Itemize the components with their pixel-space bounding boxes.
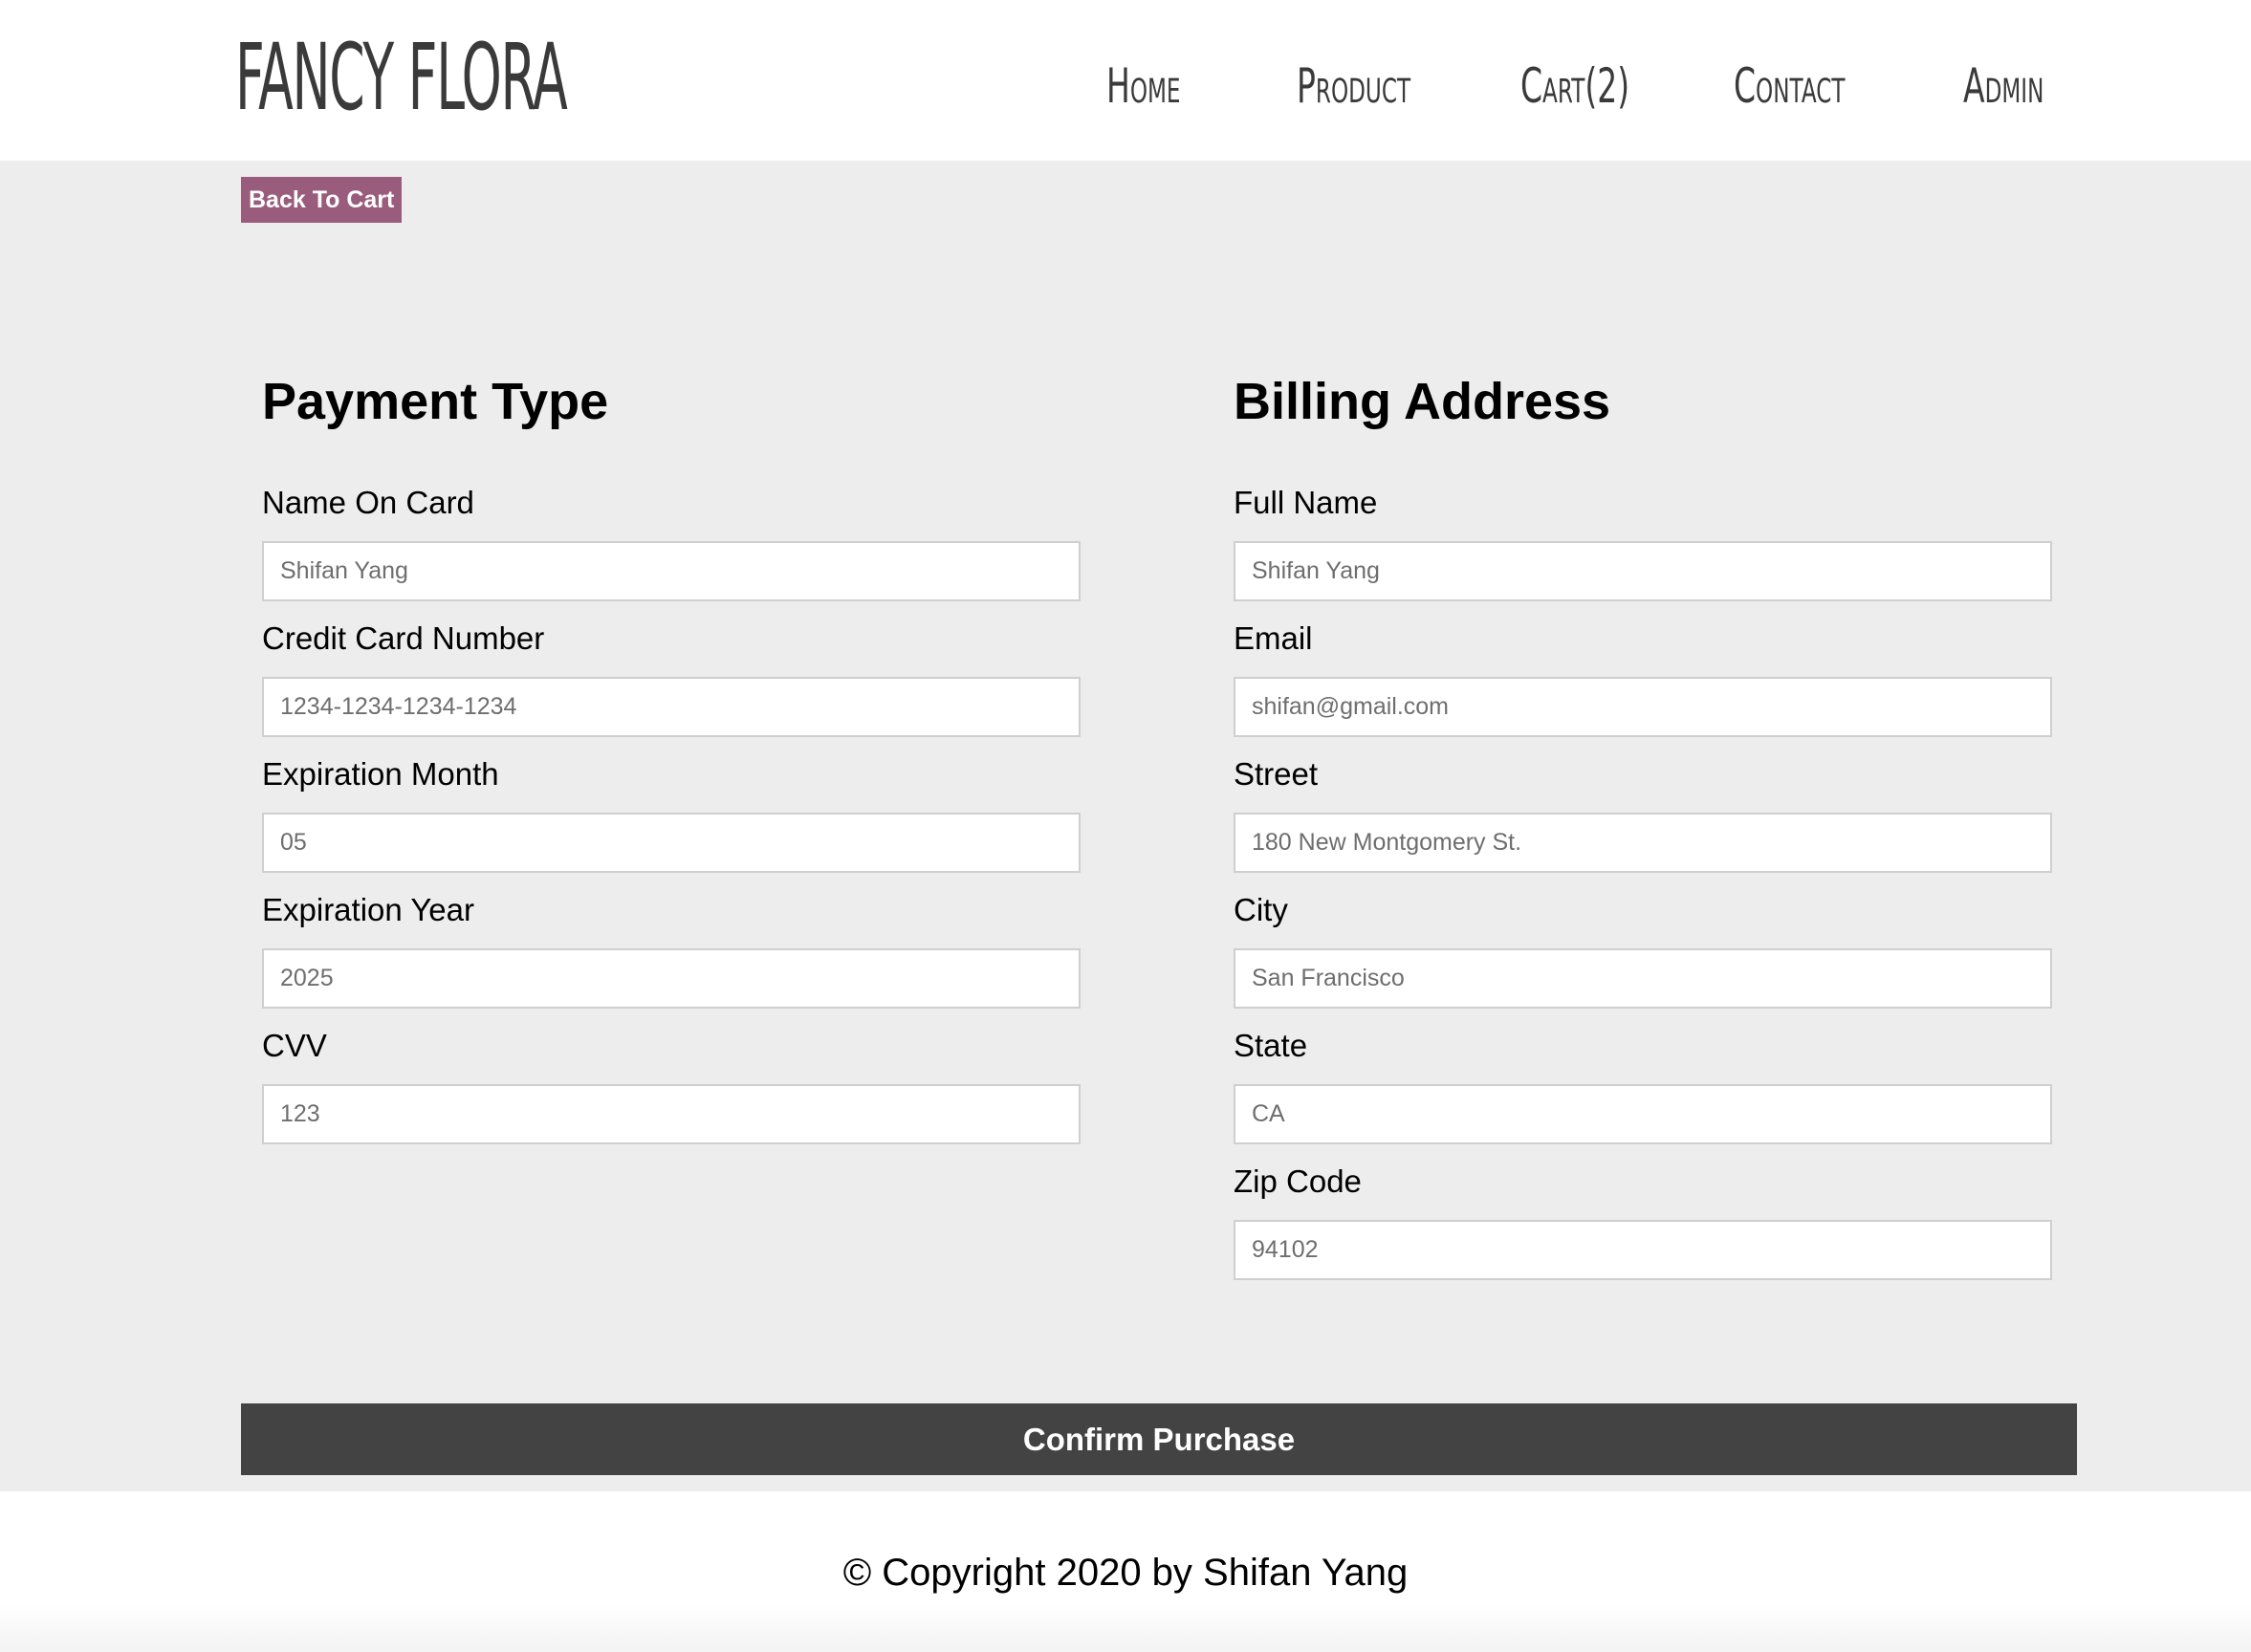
zip-code-label: Zip Code [1234,1163,1362,1199]
card-number-input[interactable] [262,677,1081,737]
name-on-card-label: Name On Card [262,485,474,520]
expiration-month-label: Expiration Month [262,756,499,792]
street-input[interactable] [1234,813,2052,873]
site-header: FANCY FLORA Home Product Cart(2) Contact… [0,0,2251,161]
site-footer: © Copyright 2020 by Shifan Yang [0,1491,2251,1652]
checkout-main: Back To Cart Payment Type Name On Card C… [0,161,2251,1491]
city-label: City [1234,892,1288,927]
city-input[interactable] [1234,948,2052,1009]
billing-address-title: Billing Address [1234,373,1611,430]
zip-code-input[interactable] [1234,1220,2052,1280]
full-name-input[interactable] [1234,541,2052,601]
copyright-text: © Copyright 2020 by Shifan Yang [842,1552,1409,1594]
card-number-label: Credit Card Number [262,620,545,656]
cvv-input[interactable] [262,1084,1081,1144]
state-label: State [1234,1028,1308,1063]
full-name-label: Full Name [1234,485,1378,520]
name-on-card-input[interactable] [262,541,1081,601]
nav-contact[interactable]: Contact [1734,55,1845,117]
payment-type-title: Payment Type [262,373,609,430]
back-to-cart-button[interactable]: Back To Cart [241,177,403,223]
state-input[interactable] [1234,1084,2052,1144]
cvv-label: CVV [262,1028,327,1063]
nav-product[interactable]: Product [1297,55,1410,117]
site-logo[interactable]: FANCY FLORA [235,25,568,130]
street-label: Street [1234,756,1319,792]
expiration-month-input[interactable] [262,813,1081,873]
nav-home[interactable]: Home [1106,55,1181,117]
email-input[interactable] [1234,677,2052,737]
nav-admin[interactable]: Admin [1963,55,2043,117]
nav-cart[interactable]: Cart(2) [1520,55,1629,117]
expiration-year-input[interactable] [262,948,1081,1009]
email-label: Email [1234,620,1313,656]
confirm-purchase-button[interactable]: Confirm Purchase [241,1403,2077,1475]
expiration-year-label: Expiration Year [262,892,474,927]
